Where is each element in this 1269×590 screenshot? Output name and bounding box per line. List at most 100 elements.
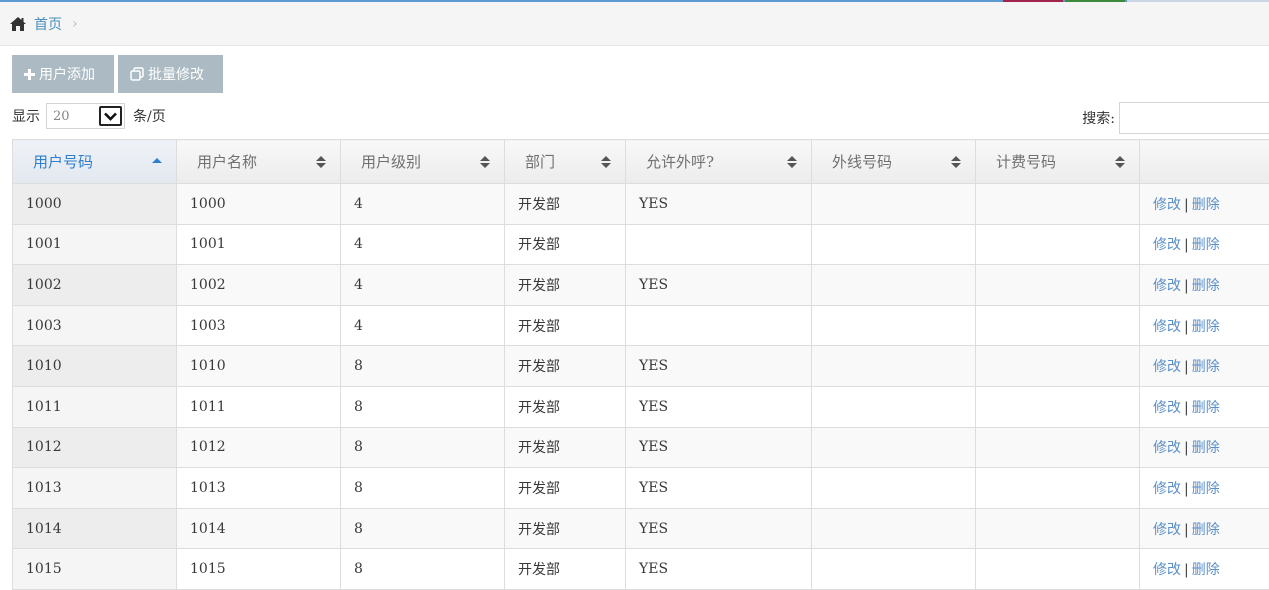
column-header-outbound[interactable]: 允许外呼? [626,140,812,184]
cell-billing [976,346,1140,387]
add-user-label: 用户添加 [39,64,95,84]
table-row: 1002 1002 4 开发部 YES 修改|删除 [13,265,1269,306]
cell-actions: 修改|删除 [1140,224,1269,265]
table-row: 1011 1011 8 开发部 YES 修改|删除 [13,386,1269,427]
cell-level: 8 [341,468,505,509]
chevron-down-icon[interactable] [99,106,122,126]
edit-link[interactable]: 修改 [1153,359,1181,375]
cell-department: 开发部 [505,468,626,509]
cell-trunk [812,386,976,427]
delete-link[interactable]: 删除 [1192,562,1220,578]
breadcrumb-separator: › [72,16,78,32]
cell-actions: 修改|删除 [1140,184,1269,225]
cell-level: 8 [341,427,505,468]
column-label: 计费号码 [996,153,1056,171]
cell-department: 开发部 [505,305,626,346]
table-row: 1012 1012 8 开发部 YES 修改|删除 [13,427,1269,468]
cell-trunk [812,224,976,265]
sort-icon [601,155,611,169]
table-body: 1000 1000 4 开发部 YES 修改|删除 1001 1001 4 开发… [13,184,1269,590]
table-row: 1014 1014 8 开发部 YES 修改|删除 [13,508,1269,549]
action-separator: | [1184,359,1189,375]
cell-number: 1003 [13,305,177,346]
cell-name: 1012 [177,427,341,468]
cell-name: 1000 [177,184,341,225]
page-length-control: 显示 20 条/页 [12,103,166,129]
cell-trunk [812,508,976,549]
edit-link[interactable]: 修改 [1153,522,1181,538]
column-header-number[interactable]: 用户号码 [13,140,177,184]
delete-link[interactable]: 删除 [1192,278,1220,294]
search-input[interactable] [1119,102,1269,134]
delete-link[interactable]: 删除 [1192,197,1220,213]
edit-link[interactable]: 修改 [1153,237,1181,253]
column-header-department[interactable]: 部门 [505,140,626,184]
edit-link[interactable]: 修改 [1153,400,1181,416]
delete-link[interactable]: 删除 [1192,319,1220,335]
delete-link[interactable]: 删除 [1192,359,1220,375]
table-header-row: 用户号码 用户名称 用户级别 部门 [13,140,1269,184]
cell-level: 4 [341,305,505,346]
cell-outbound: YES [626,265,812,306]
column-label: 用户号码 [33,153,93,171]
cell-actions: 修改|删除 [1140,386,1269,427]
cell-trunk [812,427,976,468]
action-separator: | [1184,400,1189,416]
toolbar: 用户添加 批量修改 [12,55,223,93]
delete-link[interactable]: 删除 [1192,400,1220,416]
length-suffix: 条/页 [133,106,166,126]
cell-actions: 修改|删除 [1140,265,1269,306]
add-user-button[interactable]: 用户添加 [12,55,114,93]
sort-icon [480,155,490,169]
column-label: 允许外呼? [646,153,714,171]
edit-link[interactable]: 修改 [1153,562,1181,578]
edit-link[interactable]: 修改 [1153,278,1181,294]
cell-department: 开发部 [505,224,626,265]
cell-outbound: YES [626,508,812,549]
cell-level: 8 [341,508,505,549]
column-label: 用户名称 [197,153,257,171]
delete-link[interactable]: 删除 [1192,237,1220,253]
cell-billing [976,549,1140,590]
cell-department: 开发部 [505,549,626,590]
cell-name: 1010 [177,346,341,387]
action-separator: | [1184,481,1189,497]
column-header-name[interactable]: 用户名称 [177,140,341,184]
cell-trunk [812,468,976,509]
delete-link[interactable]: 删除 [1192,481,1220,497]
cell-outbound: YES [626,468,812,509]
page-length-value: 20 [53,109,70,124]
copy-icon [130,67,144,81]
column-header-level[interactable]: 用户级别 [341,140,505,184]
cell-actions: 修改|删除 [1140,346,1269,387]
cell-outbound [626,224,812,265]
action-separator: | [1184,197,1189,213]
cell-trunk [812,184,976,225]
delete-link[interactable]: 删除 [1192,440,1220,456]
edit-link[interactable]: 修改 [1153,440,1181,456]
action-separator: | [1184,522,1189,538]
column-header-billing-number[interactable]: 计费号码 [976,140,1140,184]
cell-number: 1000 [13,184,177,225]
breadcrumb-home-link[interactable]: 首页 [34,14,62,34]
table-row: 1001 1001 4 开发部 修改|删除 [13,224,1269,265]
cell-department: 开发部 [505,346,626,387]
cell-outbound: YES [626,427,812,468]
users-table: 用户号码 用户名称 用户级别 部门 [12,139,1269,590]
home-icon[interactable] [9,16,27,32]
cell-name: 1002 [177,265,341,306]
column-header-trunk-number[interactable]: 外线号码 [812,140,976,184]
page-length-select[interactable]: 20 [46,103,125,129]
cell-number: 1012 [13,427,177,468]
cell-name: 1001 [177,224,341,265]
batch-edit-button[interactable]: 批量修改 [118,55,223,93]
breadcrumb: 首页 › [0,2,1269,46]
search-control: 搜索: [1082,102,1269,134]
delete-link[interactable]: 删除 [1192,522,1220,538]
column-label: 用户级别 [361,153,421,171]
edit-link[interactable]: 修改 [1153,197,1181,213]
edit-link[interactable]: 修改 [1153,319,1181,335]
edit-link[interactable]: 修改 [1153,481,1181,497]
cell-trunk [812,305,976,346]
cell-number: 1015 [13,549,177,590]
